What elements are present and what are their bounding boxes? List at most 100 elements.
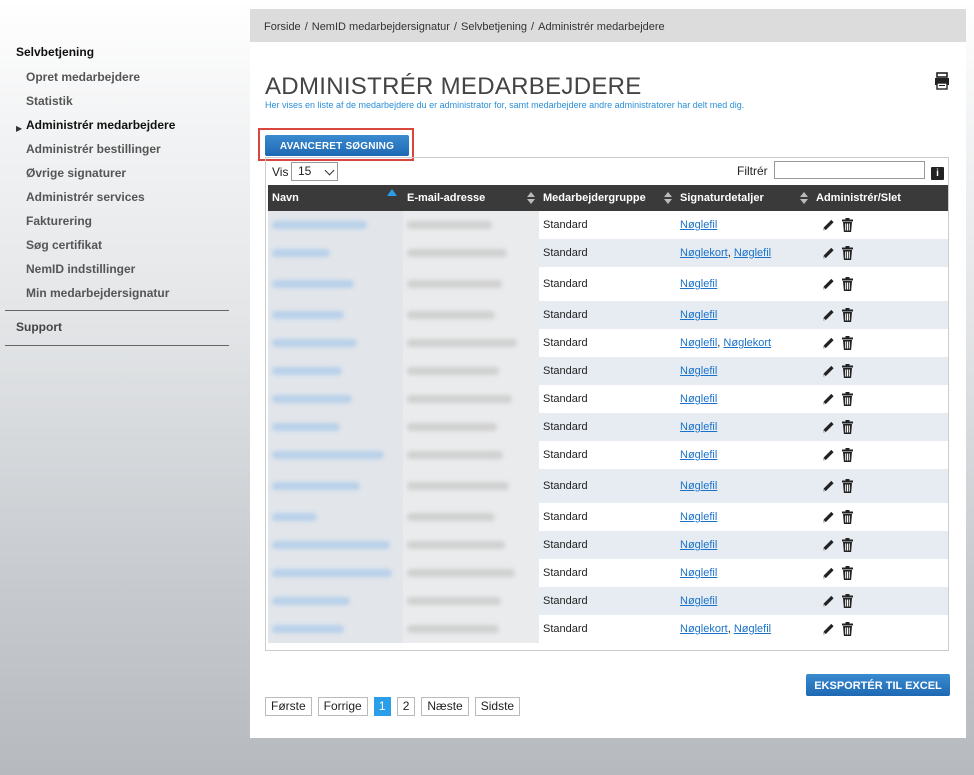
trash-icon[interactable] [841,246,854,260]
pager-first-button[interactable]: Første [265,697,312,716]
column-header-group[interactable]: Medarbejdergruppe [539,185,676,211]
breadcrumb-item[interactable]: NemID medarbejdersignatur [312,21,450,33]
page-size-select[interactable]: 15 [291,162,338,181]
signature-link[interactable]: Nøglefil [734,623,771,635]
info-icon[interactable]: i [931,167,944,180]
name-cell [268,357,403,385]
print-icon[interactable] [934,72,950,90]
breadcrumb-item[interactable]: Selvbetjening [461,21,527,33]
trash-icon[interactable] [841,622,854,636]
sidebar-item[interactable]: Administrér bestillinger [0,140,240,164]
trash-icon[interactable] [841,364,854,378]
signature-cell: Nøglefil [676,267,812,301]
column-header-navn[interactable]: Navn [268,185,403,211]
pager-page-button[interactable]: 2 [396,697,416,716]
signature-link[interactable]: Nøglefil [734,247,771,259]
sidebar-item-label: Administrér medarbejdere [26,118,176,132]
sidebar-item[interactable]: Administrér services [0,188,240,212]
sidebar-item-support[interactable]: Support [16,320,62,334]
pager-prev-button[interactable]: Forrige [317,697,368,716]
table-row: Standard Nøglefil [268,587,948,615]
sidebar-item[interactable]: Øvrige signaturer [0,164,240,188]
table-row: Standard Nøglefil, Nøglekort [268,329,948,357]
sidebar-item[interactable]: Opret medarbejdere [0,68,240,92]
pencil-icon[interactable] [822,566,835,580]
signature-link[interactable]: Nøglefil [680,278,717,290]
trash-icon[interactable] [841,594,854,608]
signature-link[interactable]: Nøglefil [680,309,717,321]
table-row: Standard Nøglefil [268,503,948,531]
signature-link[interactable]: Nøglefil [680,449,717,461]
table-row: Standard Nøglefil [268,385,948,413]
column-header-email[interactable]: E-mail-adresse [403,185,539,211]
signature-link[interactable]: Nøglefil [680,219,717,231]
signature-link[interactable]: Nøglefil [680,421,717,433]
trash-icon[interactable] [841,420,854,434]
sidebar-item[interactable]: Statistik [0,92,240,116]
pager-page-button[interactable]: 1 [373,697,391,716]
pager-last-button[interactable]: Sidste [474,697,521,716]
group-cell: Standard [543,623,588,635]
signature-link[interactable]: Nøglefil [680,337,717,349]
pencil-icon[interactable] [822,510,835,524]
pencil-icon[interactable] [822,420,835,434]
group-cell: Standard [543,278,588,290]
sidebar-item[interactable]: Søg certifikat [0,236,240,260]
sidebar-item[interactable]: Fakturering [0,212,240,236]
signature-link[interactable]: Nøglekort [680,623,728,635]
signature-cell: Nøglefil, Nøglekort [680,337,772,349]
trash-icon[interactable] [841,538,854,552]
signature-link[interactable]: Nøglefil [680,567,717,579]
sort-icon [664,192,672,204]
signature-link[interactable]: Nøglefil [680,365,717,377]
sidebar-item[interactable]: ▶ Administrér medarbejdere [0,116,240,140]
signature-link[interactable]: Nøglefil [680,511,717,523]
pencil-icon[interactable] [822,277,835,291]
group-cell: Standard [543,337,588,349]
trash-icon[interactable] [841,277,854,291]
sidebar-item[interactable]: NemID indstillinger [0,260,240,284]
advanced-search-button[interactable]: AVANCERET SØGNING [265,135,409,156]
signature-link[interactable]: Nøglefil [680,480,717,492]
group-cell: Standard [539,469,676,503]
trash-icon[interactable] [841,336,854,350]
pencil-icon[interactable] [822,448,835,462]
signature-cell: Nøglefil [676,587,812,615]
signature-link[interactable]: Nøglefil [680,393,717,405]
sidebar-item[interactable]: Min medarbejdersignatur [0,284,240,308]
trash-icon[interactable] [841,566,854,580]
signature-link[interactable]: Nøglekort [680,247,728,259]
pencil-icon[interactable] [822,622,835,636]
signature-link[interactable]: Nøglefil [680,595,717,607]
signature-link[interactable]: Nøglefil [680,539,717,551]
pencil-icon[interactable] [822,392,835,406]
email-cell [403,357,539,385]
pencil-icon[interactable] [822,479,835,493]
pencil-icon[interactable] [822,364,835,378]
signature-link[interactable]: Nøglekort [723,337,771,349]
email-cell [403,239,539,267]
pencil-icon[interactable] [822,594,835,608]
trash-icon[interactable] [841,448,854,462]
pencil-icon[interactable] [822,336,835,350]
pencil-icon[interactable] [822,538,835,552]
trash-icon[interactable] [841,218,854,232]
page-subtitle: Her vises en liste af de medarbejdere du… [265,100,745,110]
arrow-right-icon: ▶ [16,124,23,133]
pencil-icon[interactable] [822,218,835,232]
breadcrumb-item[interactable]: Forside [264,21,301,33]
trash-icon[interactable] [841,392,854,406]
email-cell [403,469,539,503]
column-header-signature[interactable]: Signaturdetaljer [676,185,812,211]
export-excel-button[interactable]: EKSPORTÉR TIL EXCEL [806,674,950,696]
table-row: Standard Nøglefil [268,301,948,329]
filter-input[interactable] [774,161,925,179]
signature-cell: Nøglefil [676,357,812,385]
trash-icon[interactable] [841,510,854,524]
trash-icon[interactable] [841,308,854,322]
pencil-icon[interactable] [822,308,835,322]
trash-icon[interactable] [841,479,854,493]
pager-next-button[interactable]: Næste [421,697,469,716]
pencil-icon[interactable] [822,246,835,260]
sidebar-item-label: Administrér services [26,190,145,204]
